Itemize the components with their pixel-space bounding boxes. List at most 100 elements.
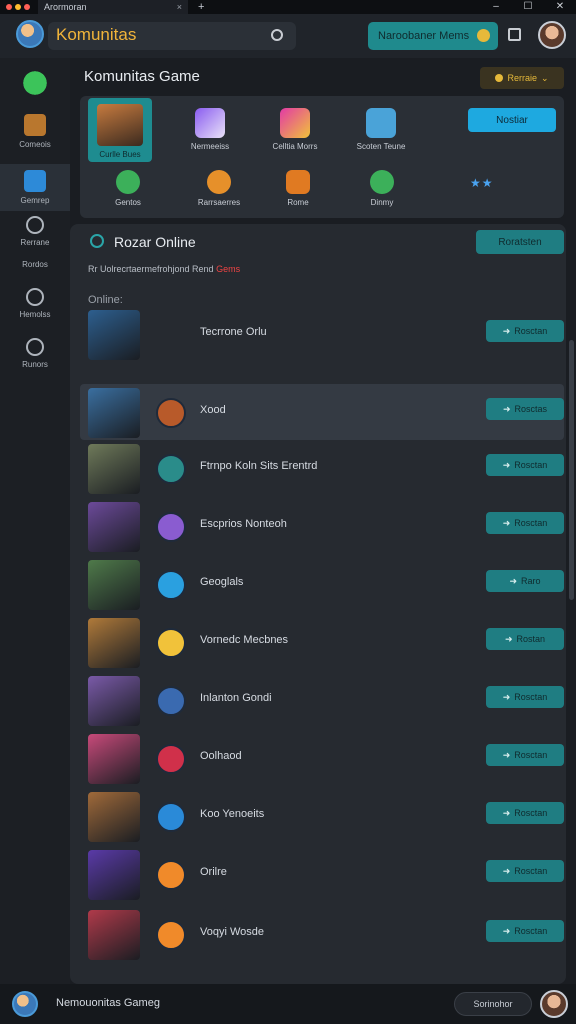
game-thumbnail[interactable] <box>88 734 140 784</box>
list-item[interactable]: Inlanton Gondi ➜ Rosctan <box>80 672 564 728</box>
arrow-icon: ➜ <box>502 403 511 414</box>
box-icon <box>195 108 225 138</box>
list-item[interactable]: Tecrrone Orlu ➜ Rosctan <box>80 306 564 362</box>
list-item-name: Orilre <box>200 866 227 878</box>
tile-nermeeiss[interactable]: Nermeeiss <box>180 108 240 151</box>
arrow-icon: ➜ <box>502 325 511 336</box>
crown-icon <box>286 170 310 194</box>
list-item-button[interactable]: ➜ Rosctan <box>486 920 564 942</box>
maximize-button[interactable]: ☐ <box>512 0 544 14</box>
game-icon <box>156 920 186 950</box>
list-item[interactable]: Geoglals ➜ Raro <box>80 556 564 612</box>
tile-rarrsaerres[interactable]: Rarrsaerres <box>184 170 254 207</box>
list-item-button[interactable]: ➜ Rosctas <box>486 398 564 420</box>
arrow-icon: ➜ <box>502 459 511 470</box>
sidebar-item-label: Hemolss <box>19 310 51 319</box>
sidebar-item-label: Rordos <box>22 260 48 269</box>
tab-close-icon[interactable]: × <box>177 2 182 12</box>
window-traffic-lights[interactable] <box>6 4 30 10</box>
tile-label: Rarrsaerres <box>197 198 241 207</box>
list-item-button[interactable]: ➜ Raro <box>486 570 564 592</box>
sidebar-item-label: Rerrane <box>20 238 50 247</box>
tile-rome[interactable]: Rome <box>276 170 320 207</box>
sidebar-item-rerrane[interactable]: Rerrane <box>0 216 70 247</box>
minimize-button[interactable]: – <box>480 0 512 14</box>
game-icon <box>156 512 186 542</box>
game-thumbnail[interactable] <box>88 618 140 668</box>
sidebar-item-runors[interactable]: Runors <box>0 338 70 369</box>
bottom-avatar[interactable] <box>540 990 568 1018</box>
game-thumbnail[interactable] <box>88 502 140 552</box>
list-item[interactable]: Orilre ➜ Rosctan <box>80 846 564 902</box>
fire-icon <box>207 170 231 194</box>
list-item[interactable]: Vornedc Mecbnes ➜ Rostan <box>80 614 564 670</box>
list-item[interactable]: Ftrnpo Koln Sits Erentrd ➜ Rosctan <box>80 440 564 496</box>
list-item-name: Oolhaod <box>200 750 242 762</box>
list-item-button[interactable]: ➜ Rosctan <box>486 686 564 708</box>
list-item-button[interactable]: ➜ Rosctan <box>486 802 564 824</box>
list-item[interactable]: Xood ➜ Rosctas <box>80 384 564 440</box>
info-icon <box>26 288 44 306</box>
list-item-button[interactable]: ➜ Rosctan <box>486 320 564 342</box>
tile-gentos[interactable]: Gentos <box>98 170 158 207</box>
window-icon[interactable] <box>508 28 521 41</box>
list-item[interactable]: Koo Yenoeits ➜ Rosctan <box>80 788 564 844</box>
list-action-button[interactable]: Roratsten <box>476 230 564 254</box>
list-item[interactable]: Oolhaod ➜ Rosctan <box>80 730 564 786</box>
list-item-name: Koo Yenoeits <box>200 808 265 820</box>
new-tab-button[interactable]: + <box>198 1 204 13</box>
game-thumbnail[interactable] <box>88 388 140 438</box>
list-item-button[interactable]: ➜ Rosctan <box>486 744 564 766</box>
list-item-button[interactable]: ➜ Rosctan <box>486 860 564 882</box>
tile-label: Rome <box>287 198 309 207</box>
rating-stars: ★★ <box>470 176 494 190</box>
game-thumbnail[interactable] <box>88 560 140 610</box>
list-item-button-label: Rosctan <box>514 692 548 702</box>
sidebar-item-gemrep[interactable]: Gemrep <box>0 164 70 211</box>
arrow-icon: ➜ <box>509 575 518 586</box>
list-item-button[interactable]: ➜ Rosctan <box>486 512 564 534</box>
game-thumbnail[interactable] <box>88 850 140 900</box>
tile-celltia-morrs[interactable]: Celltia Morrs <box>260 108 330 151</box>
list-item-button-label: Rosctan <box>514 750 548 760</box>
sidebar-item-home[interactable] <box>0 68 70 102</box>
close-window-button[interactable]: ✕ <box>544 0 576 14</box>
tile-dinmy[interactable]: Dinmy <box>360 170 404 207</box>
game-thumbnail[interactable] <box>88 310 140 360</box>
list-item[interactable]: Voqyi Wosde ➜ Rosctan <box>80 906 564 962</box>
list-item-button-label: Rosctan <box>514 808 548 818</box>
bottom-action-button[interactable]: Sorinohor <box>454 992 532 1016</box>
header-badge-button[interactable]: Rerraie ⌄ <box>480 67 564 89</box>
header-action-button[interactable]: Naroobaner Mems <box>368 22 498 50</box>
bottom-logo[interactable] <box>12 991 38 1017</box>
bottom-title: Nemouonitas Gameg <box>56 997 160 1009</box>
game-thumbnail[interactable] <box>88 792 140 842</box>
game-thumbnail[interactable] <box>88 676 140 726</box>
gear-icon <box>26 216 44 234</box>
tab-title: Arormoran <box>44 2 87 12</box>
sidebar-item-hemolss[interactable]: Hemolss <box>0 288 70 319</box>
game-icon <box>156 398 186 428</box>
leaf-icon <box>20 68 50 98</box>
tile-curlle-bues[interactable]: Curlle Bues <box>88 98 152 162</box>
search-icon[interactable] <box>271 29 283 41</box>
shoe-icon <box>24 170 46 192</box>
browser-tab[interactable]: Arormoran × <box>38 0 188 14</box>
list-item-button[interactable]: ➜ Rosctan <box>486 454 564 476</box>
list-item[interactable]: Escprios Nonteoh ➜ Rosctan <box>80 498 564 554</box>
game-thumbnail[interactable] <box>88 444 140 494</box>
sidebar-item-rordos[interactable]: Rordos <box>0 260 70 269</box>
panel-action-button[interactable]: Nostiar <box>468 108 556 132</box>
app-logo[interactable] <box>16 20 44 48</box>
arrow-icon: ➜ <box>502 865 511 876</box>
user-avatar[interactable] <box>538 21 566 49</box>
game-icon <box>156 686 186 716</box>
hero-portrait-icon <box>97 104 143 146</box>
list-item-button[interactable]: ➜ Rostan <box>486 628 564 650</box>
scrollbar[interactable] <box>569 340 574 600</box>
online-label: Online: <box>88 294 123 306</box>
game-thumbnail[interactable] <box>88 910 140 960</box>
tile-scoten-teune[interactable]: Scoten Teune <box>344 108 418 151</box>
sidebar-item-comeois[interactable]: Comeois <box>0 114 70 149</box>
arrow-icon: ➜ <box>502 749 511 760</box>
